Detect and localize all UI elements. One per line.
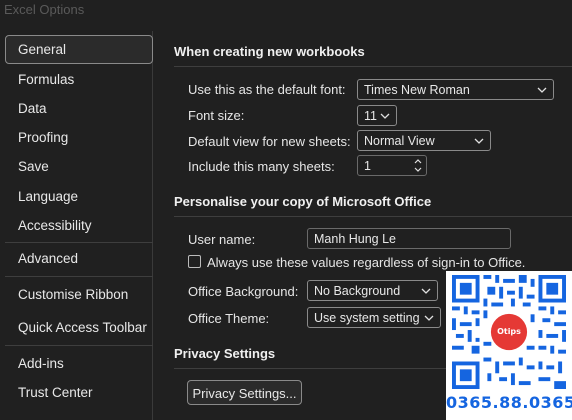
sidebar-item-advanced[interactable]: Advanced (18, 251, 78, 266)
sheets-count-spinner[interactable]: 1 (357, 155, 427, 176)
sidebar-divider (5, 242, 153, 243)
watermark-phone: 0365.88.0365 (446, 393, 572, 412)
always-use-label: Always use these values regardless of si… (207, 255, 526, 270)
font-size-value: 11 (364, 109, 377, 123)
sidebar-item-quick-access-toolbar[interactable]: Quick Access Toolbar (18, 320, 147, 335)
default-view-value: Normal View (364, 134, 435, 148)
default-font-value: Times New Roman (364, 83, 470, 97)
office-theme-label: Office Theme: (188, 311, 270, 326)
office-background-dropdown[interactable]: No Background (307, 280, 438, 301)
chevron-down-icon (424, 315, 434, 321)
section-divider (174, 216, 572, 217)
font-size-label: Font size: (188, 108, 245, 123)
sidebar: General Formulas Data Proofing Save Lang… (0, 31, 153, 420)
sidebar-divider (5, 345, 153, 346)
default-font-dropdown[interactable]: Times New Roman (357, 79, 554, 100)
sidebar-item-accessibility[interactable]: Accessibility (18, 218, 92, 233)
sidebar-item-customise-ribbon[interactable]: Customise Ribbon (18, 287, 128, 302)
font-size-dropdown[interactable]: 11 (357, 105, 397, 126)
sidebar-item-trust-center[interactable]: Trust Center (18, 385, 93, 400)
office-background-value: No Background (314, 284, 401, 298)
office-background-label: Office Background: (188, 284, 299, 299)
spinner-arrows-icon[interactable] (413, 157, 423, 174)
sidebar-item-save[interactable]: Save (18, 159, 49, 174)
sidebar-item-add-ins[interactable]: Add-ins (18, 356, 64, 371)
sidebar-item-formulas[interactable]: Formulas (18, 72, 74, 87)
chevron-down-icon (380, 113, 390, 119)
default-font-label: Use this as the default font: (188, 82, 346, 97)
default-view-label: Default view for new sheets: (188, 134, 351, 149)
sidebar-item-data[interactable]: Data (18, 101, 47, 116)
sheets-count-label: Include this many sheets: (188, 159, 335, 174)
office-theme-value: Use system setting (314, 311, 420, 325)
section-heading-new-workbooks: When creating new workbooks (174, 44, 365, 59)
chevron-down-icon (537, 87, 547, 93)
office-theme-dropdown[interactable]: Use system setting (307, 307, 441, 328)
always-use-checkbox[interactable] (188, 255, 201, 268)
sidebar-divider (5, 276, 153, 277)
chevron-down-icon (474, 138, 484, 144)
privacy-settings-button[interactable]: Privacy Settings... (187, 380, 302, 405)
user-name-input[interactable]: Manh Hung Le (307, 228, 511, 249)
window-title: Excel Options (4, 2, 85, 17)
sidebar-item-language[interactable]: Language (18, 189, 78, 204)
section-heading-personalise: Personalise your copy of Microsoft Offic… (174, 194, 432, 209)
chevron-down-icon (421, 288, 431, 294)
user-name-label: User name: (188, 232, 256, 247)
watermark-logo-text: Otips (497, 327, 521, 336)
sidebar-item-proofing[interactable]: Proofing (18, 130, 68, 145)
sheets-count-value: 1 (364, 159, 371, 173)
section-divider (174, 368, 446, 369)
section-divider (174, 66, 572, 67)
sidebar-item-general[interactable]: General (5, 35, 153, 64)
qr-watermark: 0365.88.0365 Otips (446, 271, 572, 420)
default-view-dropdown[interactable]: Normal View (357, 130, 491, 151)
section-heading-privacy: Privacy Settings (174, 346, 276, 361)
